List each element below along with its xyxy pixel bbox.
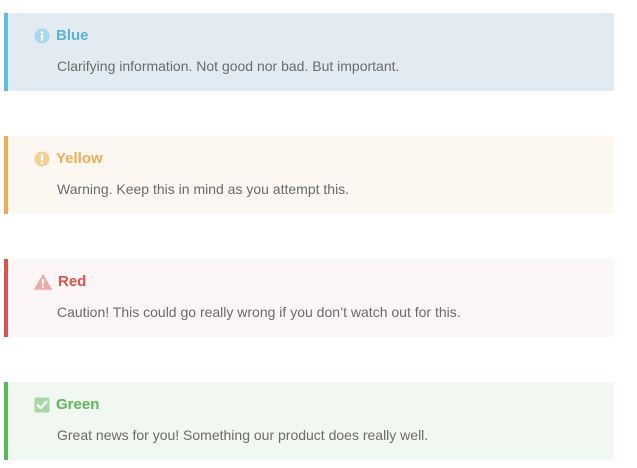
alert-title: Yellow [56, 150, 103, 167]
alert-message: Great news for you! Something our produc… [57, 427, 429, 443]
alert-title: Red [58, 273, 87, 290]
exclamation-circle-icon [34, 151, 50, 167]
alert-message: Warning. Keep this in mind as you attemp… [57, 181, 350, 197]
alert-message: Caution! This could go really wrong if y… [57, 304, 461, 320]
warning-triangle-icon [34, 274, 52, 290]
alert-green: Green Great news for you! Something our … [4, 382, 614, 460]
alert-header: Green [34, 396, 99, 414]
alert-blue: Blue Clarifying information. Not good no… [4, 13, 614, 91]
checkbox-check-icon [34, 397, 50, 413]
alert-red: Red Caution! This could go really wrong … [4, 259, 614, 337]
info-circle-icon [34, 28, 50, 44]
alert-title: Green [56, 396, 100, 413]
alert-header: Blue [34, 27, 89, 45]
alert-message: Clarifying information. Not good nor bad… [57, 58, 400, 74]
alert-yellow: Yellow Warning. Keep this in mind as you… [4, 136, 614, 214]
alert-title: Blue [56, 27, 89, 44]
alert-header: Yellow [34, 150, 103, 168]
alert-header: Red [34, 273, 86, 291]
